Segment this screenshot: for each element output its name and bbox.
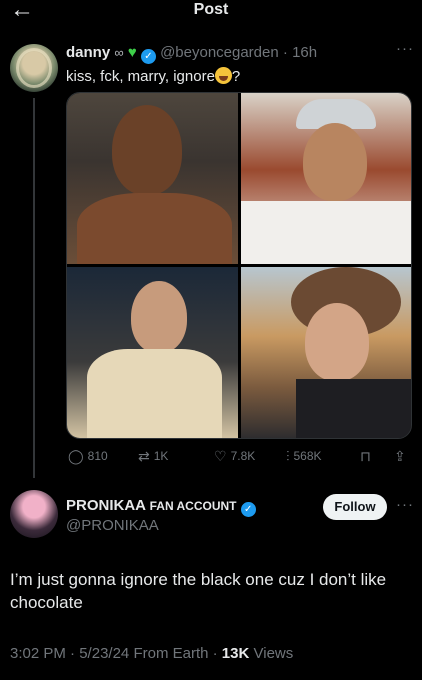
views-count: 13K [221,645,250,662]
reply-text: I’m just gonna ignore the black one cuz … [10,570,387,612]
reply-time[interactable]: 3:02 PM [10,645,66,662]
post-actions: ◯ 810 ⇄ 1K ♡ 7.8K ⫶ 568K ⊓ ⇪ [66,448,412,466]
reply-handle[interactable]: @PRONIKAA [66,517,159,534]
post-time[interactable]: 16h [292,44,317,61]
repost-icon: ⇄ [138,448,150,464]
analytics-icon: ⫶ [286,448,290,464]
post-image-2[interactable] [241,93,411,264]
more-options-icon[interactable]: ··· [396,496,414,513]
green-heart-icon: ♥ [127,44,137,61]
crying-face-icon [214,67,232,84]
avatar[interactable] [10,44,58,92]
verified-badge-icon: ✓ [140,49,156,64]
reply-source: From Earth [133,645,209,662]
reply-avatar[interactable] [10,490,58,538]
reply-meta: 3:02 PM · 5/23/24 From Earth · 13K Views [10,645,294,662]
post-image-4[interactable] [241,267,411,438]
handle[interactable]: @beyoncegarden [160,44,279,61]
post-image-1[interactable] [67,93,238,264]
repost-button[interactable]: ⇄ 1K [138,448,168,465]
views-button[interactable]: ⫶ 568K [286,448,322,465]
follow-button[interactable]: Follow [323,494,387,520]
post-header: danny ∞ ♥ ✓ @beyoncegarden · 16h [66,44,318,64]
share-icon[interactable]: ⇪ [394,448,410,465]
reply-button[interactable]: ◯ 810 [68,448,108,465]
more-options-icon[interactable]: ··· [396,40,414,57]
post-image-3[interactable] [67,267,238,438]
page-title: Post [193,1,229,18]
thread-line [33,98,35,478]
media-grid [66,92,412,439]
link-icon: ∞ [114,45,124,60]
bookmark-icon[interactable]: ⊓ [360,448,375,465]
top-bar: ← Post [0,0,422,24]
verified-badge-icon: ✓ [240,502,256,517]
display-name[interactable]: danny [66,44,110,61]
post-text: kiss, fck, marry, ignore? [66,67,241,85]
reply-display-name[interactable]: PRONIKAA [66,497,145,514]
views-label: Views [253,645,294,662]
reply-header: PRONIKAA FAN ACCOUNT ✓ [66,497,256,517]
reply-date[interactable]: 5/23/24 [79,645,129,662]
reply-icon: ◯ [68,448,84,464]
fan-account-label: FAN ACCOUNT [149,499,237,513]
like-button[interactable]: ♡ 7.8K [214,448,255,465]
heart-icon: ♡ [214,448,227,464]
